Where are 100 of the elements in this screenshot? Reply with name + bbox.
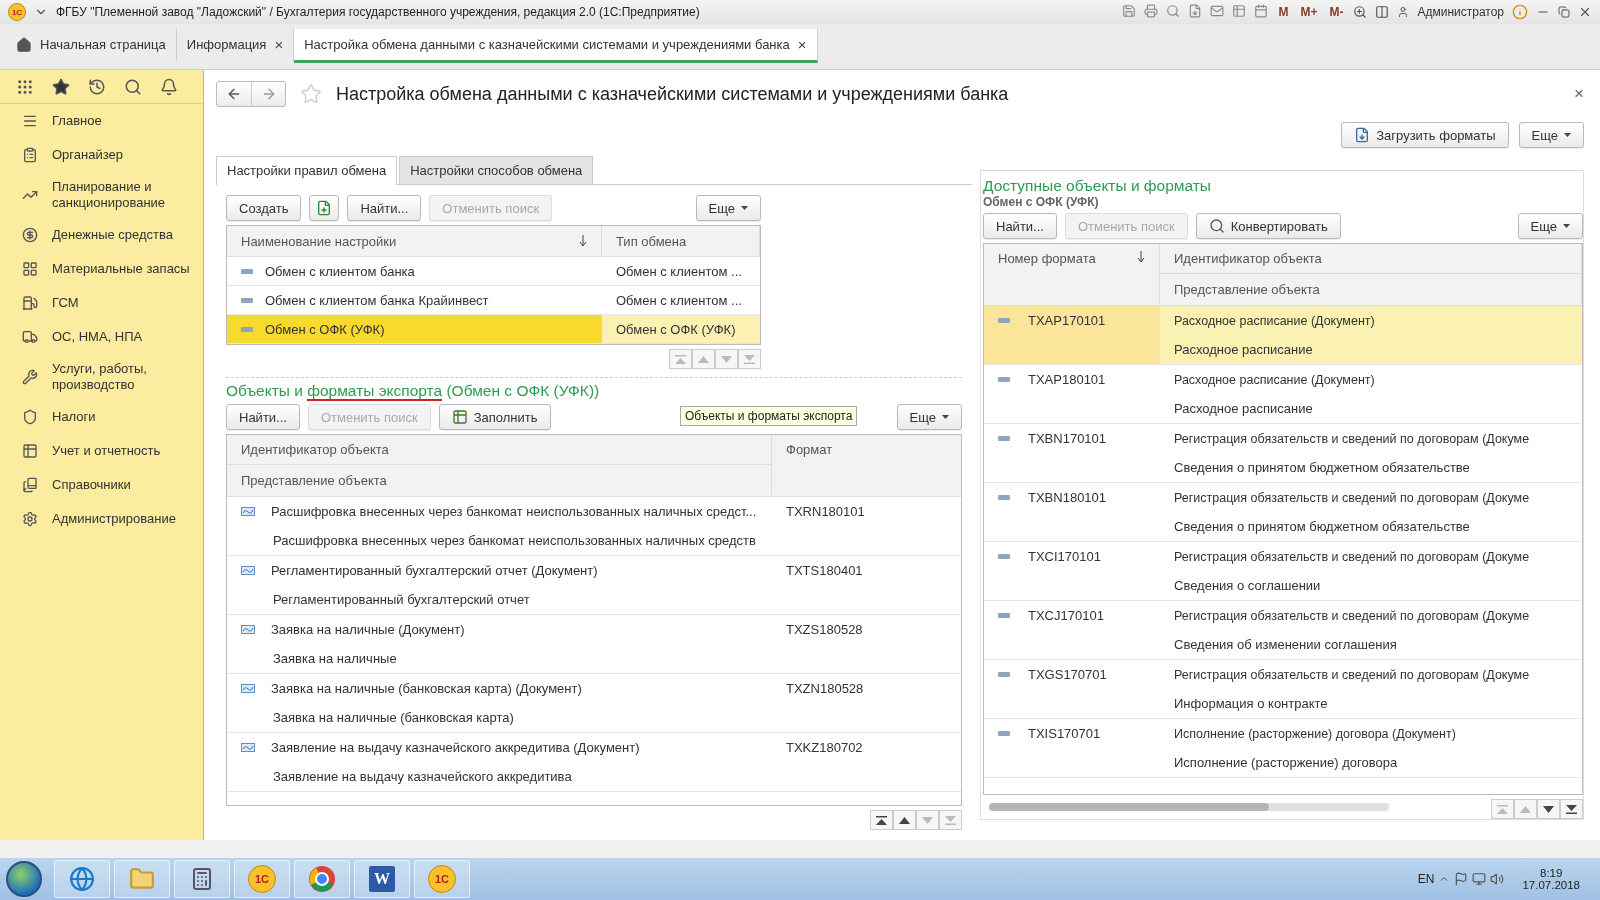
volume-icon[interactable] [1490,872,1505,886]
search-icon[interactable] [1166,3,1181,18]
restore-icon[interactable] [1558,6,1570,18]
user-name[interactable]: Администратор [1417,5,1504,19]
taskbar-button[interactable] [174,860,230,898]
close-icon[interactable] [1578,5,1592,19]
close-tab-button[interactable]: × [274,36,284,53]
minus-icon [241,297,253,303]
memory-button[interactable]: M- [1327,5,1346,19]
sidebar-item[interactable]: Справочники [52,477,202,493]
sidebar-item[interactable]: Денежные средства [52,227,202,243]
sidebar-item[interactable]: Главное [52,113,202,129]
memory-button[interactable]: M [1276,5,1291,19]
more-button[interactable]: Еще [896,404,962,430]
column-header[interactable]: Формат [772,435,961,496]
table-row[interactable]: Обмен с ОФК (УФК) Обмен с ОФК (УФК) [227,315,760,344]
first-icon [675,354,686,364]
toolbar-button[interactable]: Создать [226,195,302,221]
fill-button[interactable]: Заполнить [438,404,551,430]
print-icon[interactable] [1144,3,1159,18]
sidebar-item[interactable]: Учет и отчетность [52,443,202,459]
sort-arrow-icon [1137,251,1145,263]
navigation-button[interactable] [870,810,893,830]
open-tab[interactable]: Начальная страница [6,29,177,63]
column-header[interactable]: Тип обмена [602,226,760,256]
close-form-button[interactable]: × [1574,84,1584,104]
minus-icon [241,326,253,332]
toolbar-button[interactable]: Найти... [226,404,300,430]
calendar-icon[interactable] [1254,3,1269,18]
taskbar-button[interactable] [54,860,110,898]
taskbar-button[interactable]: 1С [234,860,290,898]
sidebar-item[interactable]: ОС, НМА, НПА [52,329,202,345]
more-button[interactable]: Еще [1518,122,1584,148]
more-button[interactable]: Еще [695,195,761,221]
star-icon[interactable] [52,77,70,96]
column-header[interactable]: Представление объекта [227,465,772,495]
table-cell: Исполнение (расторжение) договора (Документ) [1174,726,1456,741]
minus-icon [241,268,253,274]
sidebar-item[interactable]: ГСМ [52,295,202,311]
memory-button[interactable]: M+ [1298,5,1320,19]
table-cell: Сведения о соглашении [1174,578,1321,593]
minus-icon [998,672,1010,677]
save-icon[interactable] [1122,3,1137,18]
column-header[interactable]: Наименование настройки [227,226,602,256]
navigation-button[interactable] [893,810,916,830]
favorite-star-icon[interactable] [300,83,322,105]
navigation-button[interactable] [1560,799,1583,819]
taskbar-button[interactable]: W [354,860,410,898]
table-cell: Регистрация обязательств и сведений по договорам (Докуме [1174,490,1530,505]
table-row[interactable]: TXAP170101 Расходное расписание (Документ) Расходное расписание [984,306,1582,365]
navigation-button[interactable] [1537,799,1560,819]
sidebar-item[interactable]: Администрирование [52,511,202,527]
table-cell: Сведения об изменении соглашения [1174,637,1397,652]
sidebar-item[interactable]: Материальные запасы [52,261,202,277]
sidebar-item[interactable]: Налоги [52,409,202,425]
load-formats-button[interactable]: Загрузить форматы [1341,122,1509,148]
download-icon[interactable] [1188,3,1203,18]
start-button[interactable] [6,861,42,897]
caret-icon [942,415,949,419]
form-tab[interactable]: Настройки способов обмена [399,156,594,184]
language-indicator[interactable]: EN [1417,872,1435,886]
column-header[interactable]: Представление объекта [1160,274,1582,304]
sidebar-item[interactable]: Планирование и санкционирование [52,179,202,211]
bell-icon[interactable] [160,77,178,96]
taskbar-button[interactable]: 1С [414,860,470,898]
sidebar-item[interactable]: Органайзер [52,147,202,163]
info-icon[interactable] [1512,4,1528,20]
table-cell: TXAP170101 [1028,313,1106,328]
history-icon[interactable] [88,77,106,96]
flag-icon[interactable] [1454,872,1469,886]
open-tab[interactable]: Настройка обмена данными с казначейскими системами и учреждениями банка × [294,29,818,63]
panels-icon[interactable] [1375,5,1390,19]
tab-label[interactable]: Настройка обмена данными с казначейскими системами и учреждениями банка [304,37,790,52]
clipboard-icon [22,147,38,163]
section-subtitle: Обмен с ОФК (УФК) [983,195,1100,209]
column-header[interactable]: Идентификатор объекта [1160,244,1582,274]
mail-icon[interactable] [1210,3,1225,18]
table-icon[interactable] [1232,3,1247,18]
globe-icon [69,866,95,892]
table-cell: Заявка на наличные (Документ) [271,622,465,637]
search-icon[interactable] [124,77,142,96]
apps-icon[interactable] [16,77,34,96]
tab-label[interactable]: Начальная страница [40,37,166,52]
toolbar-button[interactable]: Найти... [983,213,1057,239]
sidebar-item[interactable]: Услуги, работы, производство [52,361,202,393]
form-tab[interactable]: Настройки правил обмена [216,156,398,185]
column-header[interactable]: Идентификатор объекта [227,435,772,465]
network-icon[interactable] [1472,872,1487,886]
minus-icon [998,436,1010,441]
taskbar-button[interactable] [294,860,350,898]
column-header[interactable]: Номер формата [984,244,1160,305]
toolbar-button[interactable]: Найти... [347,195,422,221]
tab-label[interactable]: Информация [186,37,267,52]
clock-date[interactable]: 17.07.2018 [1522,879,1580,891]
convert-button[interactable]: Конвертировать [1195,213,1341,239]
copy-button[interactable] [309,195,340,221]
zoom-icon[interactable] [1353,5,1368,19]
more-button[interactable]: Еще [1517,213,1583,239]
clock-time[interactable]: 8:19 [1540,867,1563,879]
close-tab-button[interactable]: × [797,36,807,53]
